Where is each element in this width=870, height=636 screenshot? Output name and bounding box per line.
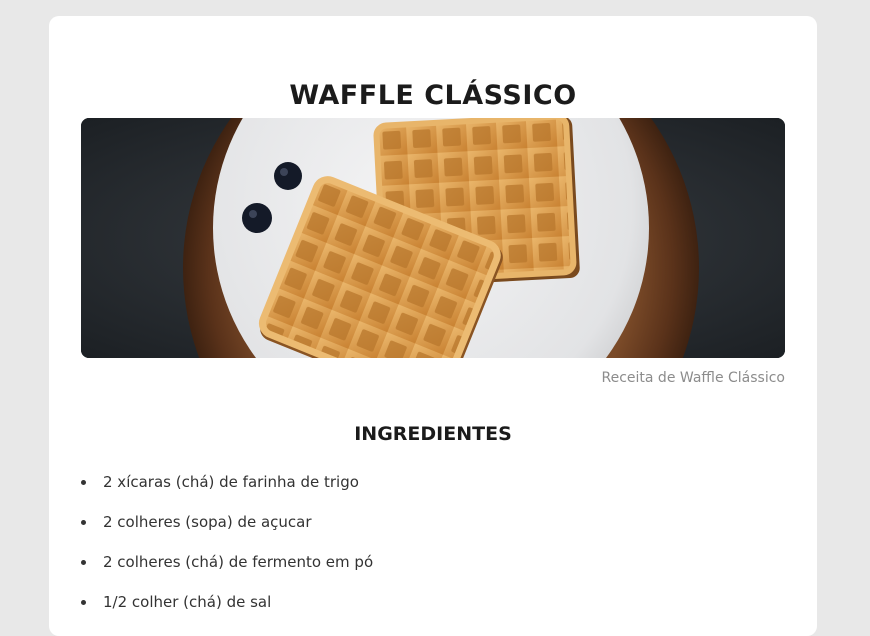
waffle-photo [81,118,785,358]
ingredient-text: 2 xícaras (chá) de farinha de trigo [103,473,359,491]
list-item: 1/2 colher (chá) de sal [81,592,373,632]
bullet-icon [81,600,86,605]
bullet-icon [81,480,86,485]
ingredients-heading: INGREDIENTES [354,423,512,445]
list-item: 2 colheres (sopa) de açucar [81,512,373,552]
list-item: 2 xícaras (chá) de farinha de trigo [81,472,373,512]
image-caption: Receita de Waffle Clássico [601,370,786,386]
ingredient-text: 2 colheres (sopa) de açucar [103,513,312,531]
recipe-card: WAFFLE CLÁSSICO Receita de Waffle Clássi… [49,16,817,636]
recipe-title: WAFFLE CLÁSSICO [289,80,577,111]
ingredients-list: 2 xícaras (chá) de farinha de trigo 2 co… [81,472,373,632]
bullet-icon [81,520,86,525]
ingredient-text: 2 colheres (chá) de fermento em pó [103,553,374,571]
bullet-icon [81,560,86,565]
ingredient-text: 1/2 colher (chá) de sal [103,593,272,611]
list-item: 2 colheres (chá) de fermento em pó [81,552,373,592]
